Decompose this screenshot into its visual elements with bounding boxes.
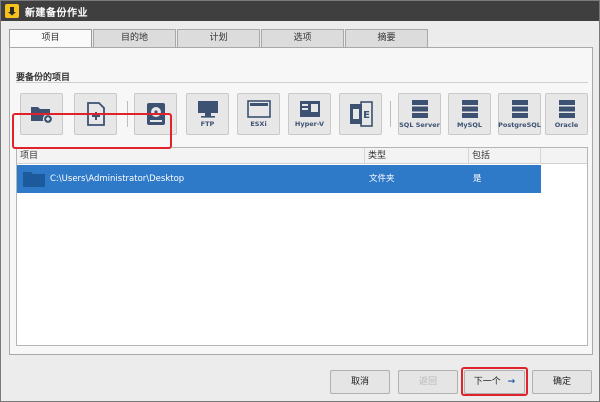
- new-backup-job-window: 新建备份作业 项目 目的地 计划 选项 摘要 要备份的项目 FTP ESXi H…: [0, 0, 600, 402]
- esxi-label: ESXi: [250, 120, 267, 128]
- ftp-label: FTP: [200, 120, 215, 128]
- list-item[interactable]: C:\Users\Administrator\Desktop 文件夹 是: [17, 165, 541, 193]
- hyper-v-label: Hyper-V: [294, 120, 325, 128]
- title-bar: 新建备份作业: [1, 1, 599, 21]
- tab-bar: 项目 目的地 计划 选项 摘要: [9, 29, 429, 48]
- mysql-icon: [461, 100, 478, 118]
- hyper-v-icon: [299, 101, 320, 117]
- next-button-highlight: [461, 367, 528, 396]
- item-type: 文件夹: [369, 174, 395, 184]
- sql-server-label: SQL Server: [399, 121, 440, 129]
- app-logo-icon: [5, 4, 19, 18]
- window-title: 新建备份作业: [25, 7, 88, 19]
- tab-schedule[interactable]: 计划: [177, 29, 260, 47]
- ftp-icon: [197, 101, 218, 118]
- list-header: 项目 类型 包括: [17, 148, 587, 164]
- item-path: C:\Users\Administrator\Desktop: [50, 174, 185, 184]
- backup-items-list: 项目 类型 包括 C:\Users\Administrator\Desktop …: [16, 147, 588, 346]
- folder-icon: [23, 172, 45, 187]
- tab-summary[interactable]: 摘要: [345, 29, 428, 47]
- column-header-include[interactable]: 包括: [469, 148, 541, 164]
- toolbar-separator: [390, 101, 391, 127]
- esxi-icon: [246, 100, 271, 118]
- postgresql-button[interactable]: PostgreSQL: [498, 93, 541, 135]
- esxi-button[interactable]: ESXi: [237, 93, 280, 135]
- cancel-button[interactable]: 取消: [330, 370, 390, 394]
- hyper-v-button[interactable]: Hyper-V: [288, 93, 331, 135]
- exchange-label: E: [363, 110, 370, 121]
- oracle-label: Oracle: [554, 121, 579, 129]
- oracle-icon: [558, 100, 575, 118]
- ok-button[interactable]: 确定: [532, 370, 592, 394]
- tab-items[interactable]: 项目: [9, 29, 92, 48]
- items-panel: 要备份的项目 FTP ESXi Hyper-V E SQL Server MyS…: [9, 47, 593, 355]
- exchange-icon: E: [349, 101, 373, 127]
- selected-item-highlight: [12, 113, 172, 149]
- sql-server-button[interactable]: SQL Server: [398, 93, 441, 135]
- column-header-item[interactable]: 项目: [17, 148, 365, 164]
- postgresql-icon: [511, 100, 528, 118]
- section-divider: [16, 82, 588, 83]
- postgresql-label: PostgreSQL: [498, 121, 541, 129]
- sql-server-icon: [411, 100, 428, 118]
- tab-destination[interactable]: 目的地: [93, 29, 176, 47]
- ftp-button[interactable]: FTP: [186, 93, 229, 135]
- item-include: 是: [473, 174, 482, 184]
- tab-options[interactable]: 选项: [261, 29, 344, 47]
- exchange-button[interactable]: E: [339, 93, 382, 135]
- mysql-label: MySQL: [456, 121, 483, 129]
- oracle-button[interactable]: Oracle: [545, 93, 588, 135]
- back-button[interactable]: 返回: [398, 370, 458, 394]
- column-header-type[interactable]: 类型: [365, 148, 469, 164]
- mysql-button[interactable]: MySQL: [448, 93, 491, 135]
